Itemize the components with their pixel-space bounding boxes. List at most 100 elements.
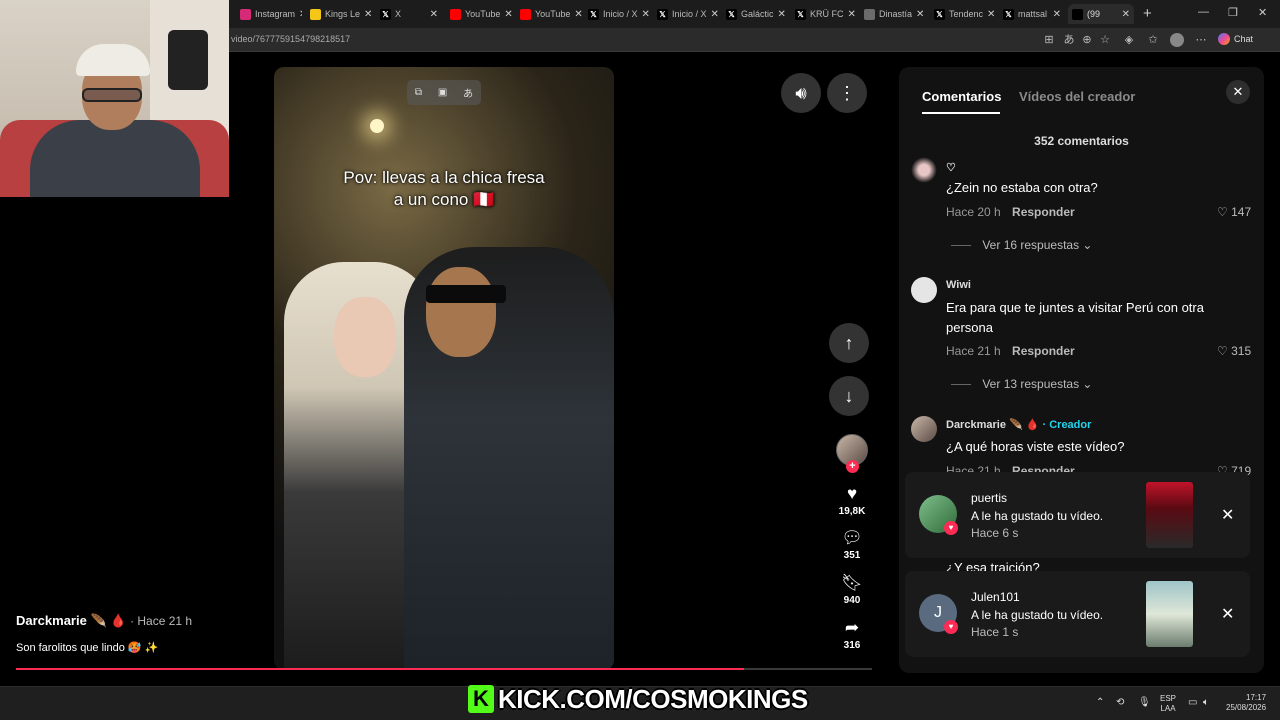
tab-close-icon[interactable]: ✕ bbox=[1122, 9, 1130, 20]
pip-icon[interactable]: ⧉ bbox=[415, 87, 422, 98]
language-indicator[interactable]: ESP LAA bbox=[1160, 694, 1176, 714]
comment-like[interactable]: ♡ 315 bbox=[1217, 344, 1251, 358]
browser-tab[interactable]: (99 ✕ bbox=[1068, 4, 1134, 24]
like-action[interactable]: ♥ 19,8K bbox=[832, 484, 872, 517]
new-tab-button[interactable]: + bbox=[1143, 5, 1152, 22]
comment-like[interactable]: ♡ 147 bbox=[1217, 205, 1251, 219]
copilot-chat-button[interactable]: Chat bbox=[1218, 33, 1253, 45]
bookmark-icon: 🔖︎ bbox=[841, 573, 863, 592]
panel-close-button[interactable]: ✕ bbox=[1226, 80, 1250, 104]
reply-button[interactable]: Responder bbox=[1012, 344, 1075, 358]
browser-tab[interactable]: 𝕏 X ✕ bbox=[376, 4, 442, 24]
system-clock[interactable]: 17:17 25/08/2026 bbox=[1226, 693, 1266, 713]
tab-label: YouTube bbox=[465, 9, 501, 19]
notification-toast[interactable]: J ♥ Julen101 A le ha gustado tu vídeo. H… bbox=[905, 571, 1250, 657]
comment-bubble-icon: 💬︎ bbox=[841, 528, 863, 547]
url-text[interactable]: video/7677759154798218517 bbox=[231, 34, 350, 44]
tab-close-icon[interactable]: ✕ bbox=[364, 9, 372, 20]
video-player[interactable]: ⧉ ▣ あ Pov: llevas a la chica fresa a un … bbox=[274, 67, 614, 670]
microphone-icon[interactable]: 🎙︎ bbox=[1138, 697, 1151, 708]
tray-chevron-icon[interactable]: ⌃ bbox=[1096, 697, 1104, 708]
tab-close-icon[interactable]: ✕ bbox=[430, 9, 438, 20]
more-options-button[interactable]: ⋮ bbox=[827, 73, 867, 113]
webcam-overlay bbox=[0, 0, 229, 197]
network-icon[interactable]: ▭ bbox=[1188, 697, 1197, 708]
commenter-avatar[interactable] bbox=[911, 416, 937, 442]
translate-video-icon[interactable]: あ bbox=[463, 85, 473, 100]
tab-close-icon[interactable]: ✕ bbox=[916, 9, 924, 20]
comment-count: 352 comentarios bbox=[1034, 134, 1129, 148]
browser-tab[interactable]: Kings Le ✕ bbox=[306, 4, 372, 24]
comment-username[interactable]: Wiwi bbox=[946, 279, 971, 291]
next-video-button[interactable]: ↓ bbox=[829, 376, 869, 416]
browser-tab[interactable]: 𝕏 KRÜ FC ✕ bbox=[791, 4, 857, 24]
browser-tab[interactable]: 𝕏 Inicio / X ✕ bbox=[584, 4, 650, 24]
tab-close-icon[interactable]: ✕ bbox=[504, 9, 512, 20]
tab-close-icon[interactable]: ✕ bbox=[1053, 9, 1061, 20]
follow-plus-icon[interactable]: + bbox=[846, 460, 859, 473]
notification-close-icon[interactable]: ✕ bbox=[1221, 604, 1234, 624]
tab-close-icon[interactable]: ✕ bbox=[574, 9, 582, 20]
tab-close-icon[interactable]: ✕ bbox=[848, 9, 856, 20]
browser-tab[interactable]: 𝕏mattsal ✕ bbox=[999, 4, 1065, 24]
video-author[interactable]: Darckmarie 🪶 🩸 · Hace 21 h bbox=[16, 613, 192, 629]
extension-icon[interactable]: ◈ bbox=[1122, 33, 1136, 47]
translate-icon[interactable]: あ bbox=[1062, 33, 1076, 47]
tab-label: Dinastía bbox=[879, 9, 913, 19]
tab-label: Galáctic bbox=[741, 9, 774, 19]
browser-tab[interactable]: 𝕏 Tendenc ✕ bbox=[930, 4, 996, 24]
tab-creator-videos[interactable]: Vídeos del creador bbox=[1019, 89, 1135, 104]
tab-close-icon[interactable]: ✕ bbox=[642, 9, 650, 20]
more-menu-icon[interactable]: ⋯ bbox=[1194, 33, 1208, 47]
save-action[interactable]: 🔖︎ 940 bbox=[832, 573, 872, 606]
chevron-down-icon: ⌄ bbox=[1082, 238, 1093, 252]
share-action[interactable]: ➦ 316 bbox=[832, 618, 872, 651]
previous-video-button[interactable]: ↑ bbox=[829, 323, 869, 363]
browser-tab[interactable]: 𝕏 Galáctic ✕ bbox=[722, 4, 788, 24]
browser-tab[interactable]: Instagram✕ bbox=[236, 4, 302, 24]
view-replies-button[interactable]: Ver 13 respuestas ⌄ bbox=[951, 377, 1092, 391]
x-icon: 𝕏 bbox=[657, 8, 668, 20]
browser-tab[interactable]: Dinastía ✕ bbox=[860, 4, 926, 24]
heart-badge-icon: ♥ bbox=[944, 620, 958, 634]
view-replies-button[interactable]: Ver 16 respuestas ⌄ bbox=[951, 238, 1092, 252]
video-progress-bar[interactable] bbox=[16, 668, 872, 670]
comment-username[interactable]: Darckmarie 🪶 🩸 · Creador bbox=[946, 418, 1091, 431]
notification-text: A le ha gustado tu vídeo. bbox=[971, 608, 1104, 622]
maximize-icon[interactable]: ❐ bbox=[1228, 6, 1238, 19]
author-name[interactable]: Darckmarie 🪶 🩸 bbox=[16, 613, 126, 628]
reply-button[interactable]: Responder bbox=[1012, 205, 1075, 219]
view-replies-label: Ver 16 respuestas bbox=[982, 238, 1080, 252]
heart-badge-icon: ♥ bbox=[944, 521, 958, 535]
notification-thumbnail bbox=[1146, 581, 1193, 647]
volume-tray-icon[interactable]: 🔈︎ bbox=[1203, 697, 1209, 708]
tab-close-icon[interactable]: ✕ bbox=[711, 9, 719, 20]
browser-tab[interactable]: YouTube ✕ bbox=[446, 4, 512, 24]
comment-username[interactable]: ♡ bbox=[946, 161, 956, 174]
commenter-avatar[interactable] bbox=[911, 157, 937, 183]
minimize-icon[interactable]: — bbox=[1198, 6, 1209, 18]
browser-tab[interactable]: YouTube ✕ bbox=[516, 4, 582, 24]
apps-icon[interactable]: ⊞ bbox=[1042, 33, 1056, 47]
tab-close-icon[interactable]: ✕ bbox=[299, 9, 302, 20]
window-close-icon[interactable]: ✕ bbox=[1258, 6, 1267, 19]
browser-tab[interactable]: 𝕏 Inicio / X ✕ bbox=[653, 4, 719, 24]
comment-time: Hace 20 h bbox=[946, 205, 1001, 219]
comment-action[interactable]: 💬︎ 351 bbox=[832, 528, 872, 561]
notification-toast[interactable]: ♥ puertis A le ha gustado tu vídeo. Hace… bbox=[905, 472, 1250, 558]
tab-close-icon[interactable]: ✕ bbox=[778, 9, 786, 20]
notification-close-icon[interactable]: ✕ bbox=[1221, 505, 1234, 525]
tray-app-icon[interactable]: ⟲ bbox=[1116, 697, 1124, 708]
miniplayer-icon[interactable]: ▣ bbox=[438, 87, 447, 98]
commenter-avatar[interactable] bbox=[911, 277, 937, 303]
favorites-icon[interactable]: ✩ bbox=[1146, 33, 1160, 47]
volume-button[interactable]: 🔊︎ bbox=[781, 73, 821, 113]
tab-close-icon[interactable]: ✕ bbox=[987, 9, 995, 20]
tab-comments[interactable]: Comentarios bbox=[922, 89, 1001, 104]
tab-icon bbox=[864, 8, 875, 20]
profile-avatar-icon[interactable] bbox=[1170, 33, 1184, 47]
favorite-star-icon[interactable]: ☆ bbox=[1098, 33, 1112, 47]
notification-user: Julen101 bbox=[971, 590, 1020, 604]
zoom-icon[interactable]: ⊕ bbox=[1080, 33, 1094, 47]
x-icon: 𝕏 bbox=[1003, 8, 1014, 20]
